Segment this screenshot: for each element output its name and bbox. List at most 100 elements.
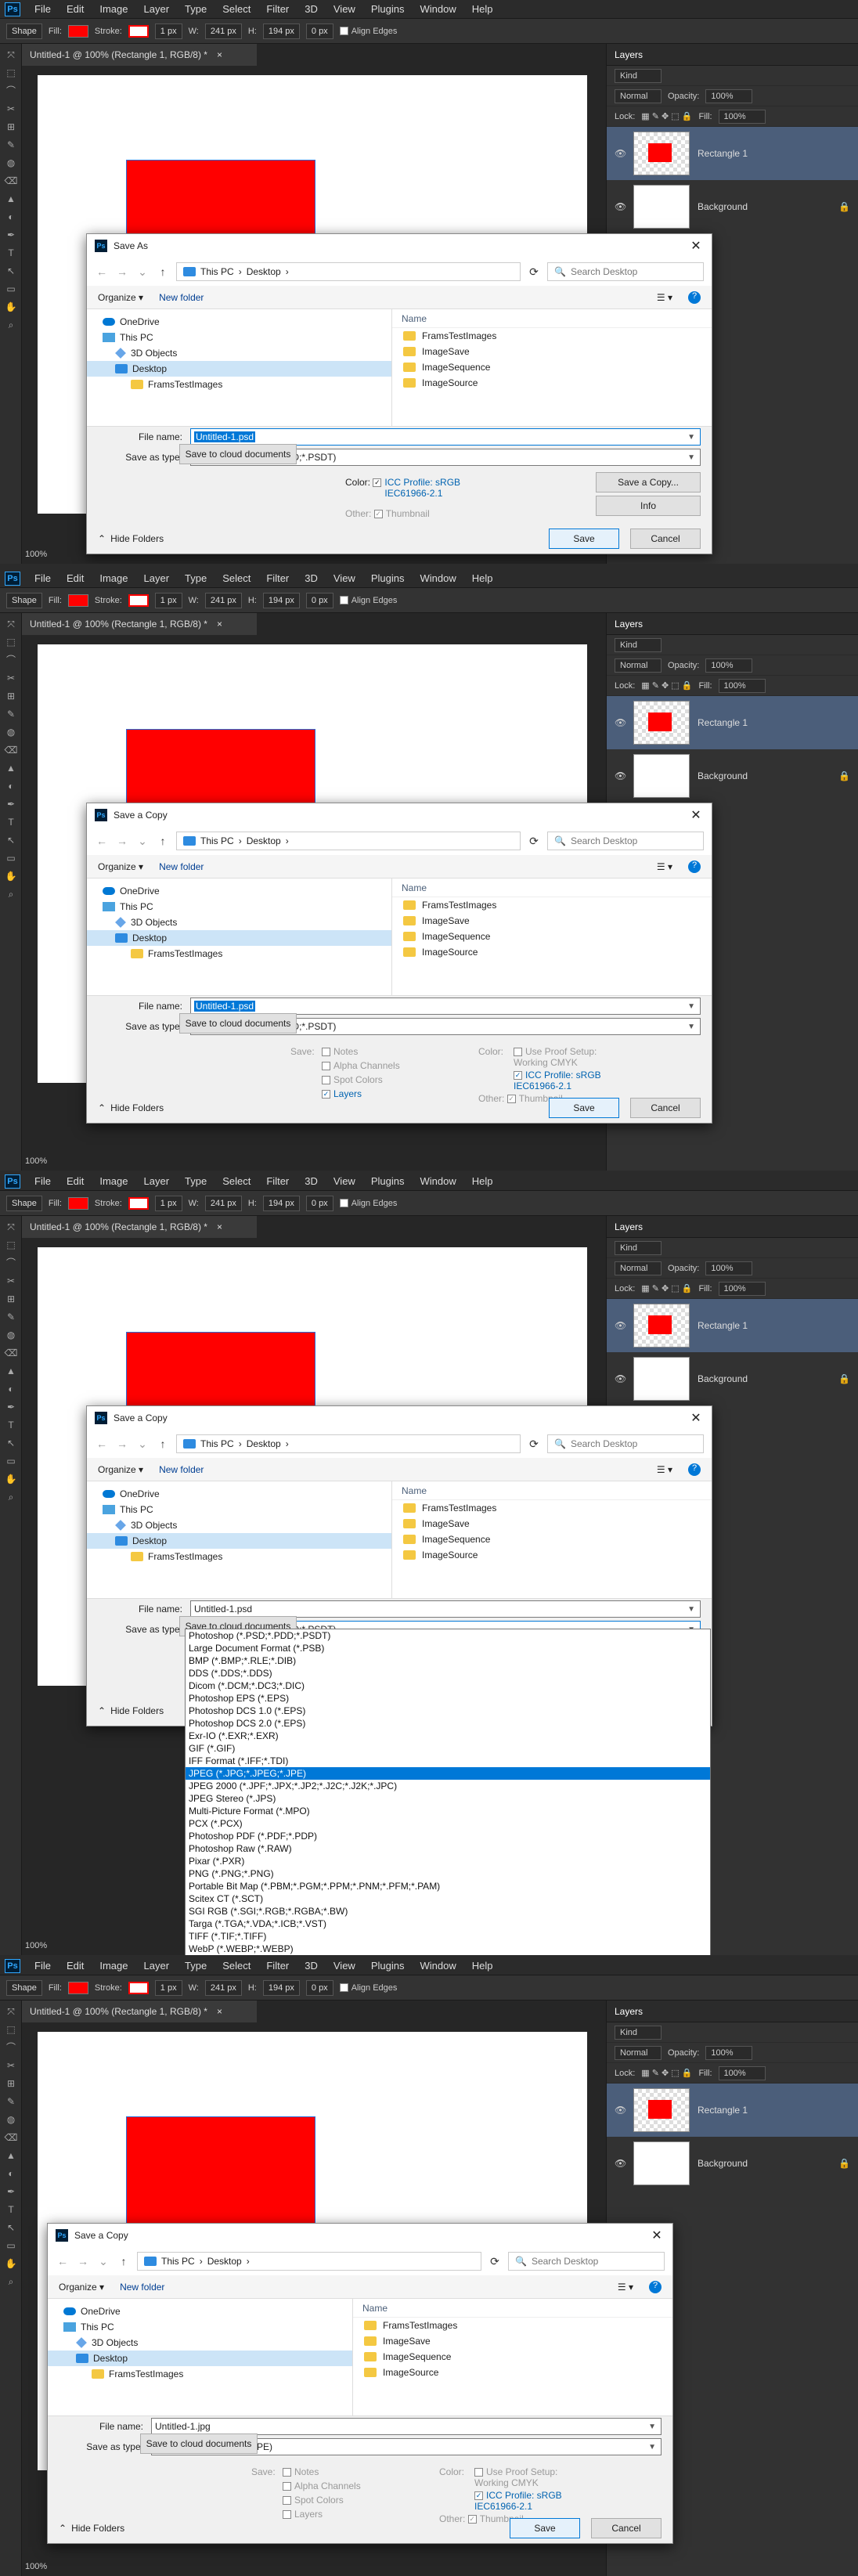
tool-icon[interactable]: ⌫ xyxy=(4,174,18,188)
tool-icon[interactable]: ⤧ xyxy=(4,2004,18,2019)
menu-layer[interactable]: Layer xyxy=(138,1960,176,1972)
zoom-level[interactable]: 100% xyxy=(25,1156,47,1166)
visibility-eye-icon[interactable]: 👁 xyxy=(615,770,626,781)
list-item[interactable]: FramsTestImages xyxy=(353,2318,672,2333)
close-tab-icon[interactable]: × xyxy=(217,619,222,630)
menu-3d[interactable]: 3D xyxy=(298,1960,324,1972)
tool-icon[interactable]: ⌕ xyxy=(4,2275,18,2289)
tool-icon[interactable]: ⊞ xyxy=(4,2076,18,2091)
address-bar[interactable]: This PC › Desktop › xyxy=(137,2252,481,2271)
file-list[interactable]: Name FramsTestImages ImageSave ImageSequ… xyxy=(392,879,712,995)
fill-swatch[interactable] xyxy=(67,1196,88,1210)
menu-filter[interactable]: Filter xyxy=(260,1175,295,1187)
search-input[interactable]: 🔍 Search Desktop xyxy=(547,1434,704,1453)
save-a-copy-button[interactable]: Save a Copy... xyxy=(596,472,701,492)
hide-folders-toggle[interactable]: ⌃ Hide Folders xyxy=(59,2523,124,2534)
tool-icon[interactable]: ⊞ xyxy=(4,1292,18,1306)
tool-icon[interactable]: ▭ xyxy=(4,282,18,296)
layers-panel-title[interactable]: Layers xyxy=(607,2001,858,2022)
tool-icon[interactable]: ⌒ xyxy=(4,653,18,667)
address-bar[interactable]: This PC › Desktop › xyxy=(176,832,521,850)
help-icon[interactable]: ? xyxy=(688,1463,701,1476)
tool-icon[interactable]: ◐ xyxy=(4,1382,18,1396)
dropdown-option[interactable]: Photoshop DCS 1.0 (*.EPS) xyxy=(186,1705,710,1717)
zoom-level[interactable]: 100% xyxy=(25,550,47,559)
tool-icon[interactable]: ⤧ xyxy=(4,617,18,631)
proof-checkbox[interactable] xyxy=(474,2468,483,2477)
document-tab[interactable]: Untitled-1 @ 100% (Rectangle 1, RGB/8) *… xyxy=(22,613,257,635)
menu-edit[interactable]: Edit xyxy=(60,1175,90,1187)
menu-view[interactable]: View xyxy=(327,3,362,15)
tool-icon[interactable]: ↖ xyxy=(4,264,18,278)
layer-fill-field[interactable]: 100% xyxy=(718,2065,766,2080)
tool-icon[interactable]: ✎ xyxy=(4,707,18,721)
tool-icon[interactable]: ◍ xyxy=(4,1328,18,1342)
menu-plugins[interactable]: Plugins xyxy=(365,3,411,15)
layer-rectangle-1[interactable]: 👁 Rectangle 1 xyxy=(607,696,858,749)
menu-image[interactable]: Image xyxy=(93,572,134,584)
file-name-field[interactable]: Untitled-1.jpg ▼ xyxy=(151,2418,662,2435)
lock-icons[interactable]: ▦ ✎ ✥ ⬚ 🔒 xyxy=(641,1283,692,1293)
shape-mode-select[interactable]: Shape xyxy=(6,23,42,39)
address-bar[interactable]: This PC › Desktop › xyxy=(176,1434,521,1453)
refresh-icon[interactable]: ⟳ xyxy=(527,835,541,848)
menu-file[interactable]: File xyxy=(28,1960,57,1972)
close-icon[interactable]: ✕ xyxy=(641,2228,672,2243)
dropdown-option[interactable]: WebP (*.WEBP;*.WEBP) xyxy=(186,1943,710,1955)
layers-panel-title[interactable]: Layers xyxy=(607,1216,858,1238)
list-item[interactable]: ImageSave xyxy=(392,913,712,929)
menu-3d[interactable]: 3D xyxy=(298,1175,324,1187)
folder-tree[interactable]: OneDrive This PC 3D Objects Desktop Fram… xyxy=(87,309,392,426)
menu-3d[interactable]: 3D xyxy=(298,572,324,584)
height-field[interactable]: 194 px xyxy=(262,1979,300,1996)
tree-item-onedrive[interactable]: OneDrive xyxy=(87,883,391,899)
zoom-level[interactable]: 100% xyxy=(25,1941,47,1950)
file-list[interactable]: Name FramsTestImages ImageSave ImageSequ… xyxy=(353,2299,672,2415)
thumbnail-checkbox[interactable]: ✓ xyxy=(507,1095,516,1104)
tree-item-framstestimages[interactable]: FramsTestImages xyxy=(87,1549,391,1564)
menu-plugins[interactable]: Plugins xyxy=(365,572,411,584)
tool-icon[interactable]: ✋ xyxy=(4,1472,18,1486)
layer-background[interactable]: 👁 Background 🔒 xyxy=(607,2137,858,2190)
list-item[interactable]: FramsTestImages xyxy=(392,897,712,913)
tool-icon[interactable]: ✒ xyxy=(4,2185,18,2199)
list-item[interactable]: ImageSequence xyxy=(392,1532,712,1547)
tool-icon[interactable]: ⊞ xyxy=(4,689,18,703)
menu-type[interactable]: Type xyxy=(178,1960,213,1972)
visibility-eye-icon[interactable]: 👁 xyxy=(615,201,626,212)
name-column-header[interactable]: Name xyxy=(392,879,712,897)
list-item[interactable]: ImageSequence xyxy=(392,359,712,375)
info-button[interactable]: Info xyxy=(596,496,701,516)
visibility-eye-icon[interactable]: 👁 xyxy=(615,717,626,728)
dropdown-option[interactable]: Pixar (*.PXR) xyxy=(186,1855,710,1867)
hide-folders-toggle[interactable]: ⌃ Hide Folders xyxy=(98,1102,164,1113)
check-notes[interactable] xyxy=(322,1048,330,1057)
dropdown-option[interactable]: JPEG 2000 (*.JPF;*.JPX;*.JP2;*.J2C;*.J2K… xyxy=(186,1780,710,1792)
tool-icon[interactable]: ▲ xyxy=(4,2148,18,2163)
menu-filter[interactable]: Filter xyxy=(260,1960,295,1972)
help-icon[interactable]: ? xyxy=(688,860,701,873)
refresh-icon[interactable]: ⟳ xyxy=(527,265,541,279)
cancel-button[interactable]: Cancel xyxy=(630,529,701,549)
tool-icon[interactable]: ⌒ xyxy=(4,1256,18,1270)
list-item[interactable]: FramsTestImages xyxy=(392,328,712,344)
menu-help[interactable]: Help xyxy=(466,3,499,15)
tree-item-framstestimages[interactable]: FramsTestImages xyxy=(48,2366,352,2382)
tree-item-3d-objects[interactable]: 3D Objects xyxy=(87,345,391,361)
layer-rectangle-1[interactable]: 👁 Rectangle 1 xyxy=(607,127,858,180)
tree-item-desktop[interactable]: Desktop xyxy=(48,2351,352,2366)
shape-mode-select[interactable]: Shape xyxy=(6,1979,42,1996)
menu-file[interactable]: File xyxy=(28,3,57,15)
stroke-width-field[interactable]: 1 px xyxy=(154,1979,182,1996)
menu-help[interactable]: Help xyxy=(466,1960,499,1972)
menu-window[interactable]: Window xyxy=(413,572,462,584)
back-icon[interactable]: ← xyxy=(95,265,109,278)
menu-type[interactable]: Type xyxy=(178,1175,213,1187)
name-column-header[interactable]: Name xyxy=(392,1481,712,1500)
align-edges-checkbox[interactable]: Align Edges xyxy=(339,1983,397,1993)
file-name-field[interactable]: Untitled-1.psd ▼ xyxy=(190,998,701,1015)
new-folder-button[interactable]: New folder xyxy=(159,292,204,303)
tool-icon[interactable]: ⤧ xyxy=(4,48,18,62)
tree-item-3d-objects[interactable]: 3D Objects xyxy=(87,1517,391,1533)
tool-icon[interactable]: ✂ xyxy=(4,102,18,116)
